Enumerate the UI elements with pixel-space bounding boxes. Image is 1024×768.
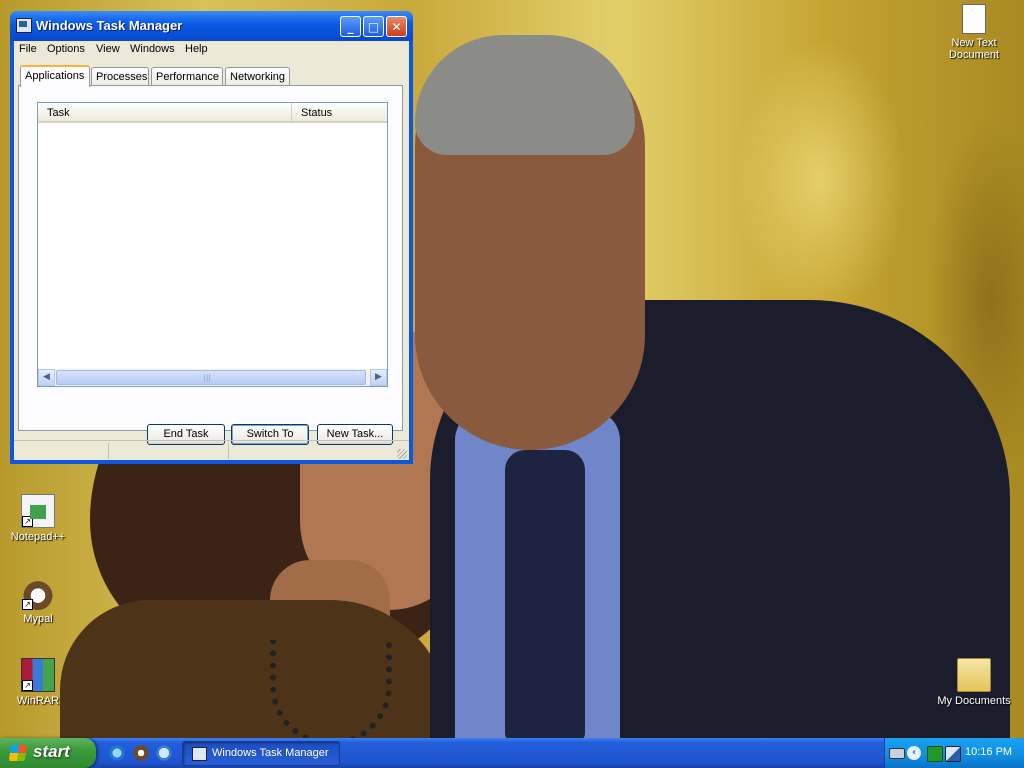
winrar-icon: ↗ <box>21 658 55 692</box>
tab-strip: Applications Processes Performance Netwo… <box>18 65 398 87</box>
menu-options[interactable]: Options <box>47 43 85 55</box>
window-title: Windows Task Manager <box>36 18 183 33</box>
status-panel <box>14 443 109 459</box>
maximize-button[interactable]: □ <box>363 16 384 37</box>
taskbar: start Windows Task Manager ‹ 10:16 PM <box>0 738 1024 768</box>
task-manager-icon <box>192 747 207 761</box>
status-panel <box>229 443 399 459</box>
desktop-icon-notepad-plus-plus[interactable]: ↗ Notepad++ <box>0 494 78 543</box>
close-button[interactable]: ✕ <box>386 16 407 37</box>
shortcut-arrow-icon: ↗ <box>22 599 33 610</box>
window-client-area: File Options View Windows Help Applicati… <box>14 41 409 460</box>
text-document-icon <box>962 4 986 34</box>
mypal-icon: ↗ <box>22 578 54 610</box>
shortcut-arrow-icon: ↗ <box>22 516 33 527</box>
clock[interactable]: 10:16 PM <box>965 746 1012 758</box>
taskbar-button-label: Windows Task Manager <box>212 747 329 759</box>
mypal-quicklaunch-icon[interactable] <box>132 744 150 762</box>
tab-networking[interactable]: Networking <box>225 67 290 85</box>
resize-grip-icon[interactable] <box>397 449 407 459</box>
desktop-icon-label: New Text Document <box>948 37 1000 61</box>
applications-panel: Task Status ◀ ▶ End Task Switch To New T… <box>18 85 403 445</box>
menu-windows[interactable]: Windows <box>130 43 175 55</box>
task-list[interactable]: Task Status ◀ ▶ <box>37 102 388 387</box>
taskbar-button-task-manager[interactable]: Windows Task Manager <box>182 741 340 766</box>
start-label: start <box>33 742 70 761</box>
status-panel <box>109 443 229 459</box>
window-titlebar[interactable]: Windows Task Manager _ □ ✕ <box>10 11 413 41</box>
show-hidden-icons-chevron-icon[interactable]: ‹ <box>907 746 921 760</box>
minimize-button[interactable]: _ <box>340 16 361 37</box>
tab-performance[interactable]: Performance <box>151 67 223 85</box>
notepad-plus-plus-icon: ↗ <box>21 494 55 528</box>
wallpaper-shape <box>415 35 635 155</box>
menu-file[interactable]: File <box>19 43 37 55</box>
wallpaper-shape <box>270 640 392 738</box>
keyboard-icon[interactable] <box>889 748 905 759</box>
menu-bar: File Options View Windows Help <box>14 41 409 59</box>
tab-applications[interactable]: Applications <box>20 65 90 87</box>
desktop-icon-winrar[interactable]: ↗ WinRAR <box>0 658 78 707</box>
scroll-right-arrow-icon[interactable]: ▶ <box>370 369 387 386</box>
desktop-icon-my-documents[interactable]: My Documents <box>934 658 1014 707</box>
desktop-icon-new-text-document[interactable]: New Text Document <box>934 4 1014 61</box>
task-manager-icon <box>16 18 32 33</box>
desktop-icon-label: Mypal <box>23 613 53 625</box>
desktop-icon-label: My Documents <box>937 695 1011 707</box>
network-icon[interactable] <box>945 746 961 762</box>
scrollbar-thumb[interactable] <box>56 370 366 385</box>
tray-app-icon[interactable] <box>927 746 943 762</box>
menu-view[interactable]: View <box>96 43 120 55</box>
shortcut-arrow-icon: ↗ <box>22 680 33 691</box>
windows-flag-icon <box>8 745 28 761</box>
desktop-icon-label: WinRAR <box>16 695 60 707</box>
messenger-icon[interactable] <box>155 744 173 762</box>
status-bar <box>14 440 409 461</box>
internet-explorer-icon[interactable] <box>108 744 126 762</box>
desktop-icon-mypal[interactable]: ↗ Mypal <box>0 578 78 625</box>
desktop-icon-label: Notepad++ <box>10 531 66 543</box>
task-manager-window[interactable]: Windows Task Manager _ □ ✕ File Options … <box>10 11 413 464</box>
my-documents-folder-icon <box>957 658 991 692</box>
tab-processes[interactable]: Processes <box>91 67 149 85</box>
scroll-left-arrow-icon[interactable]: ◀ <box>38 369 55 386</box>
start-button[interactable]: start <box>0 738 96 768</box>
horizontal-scrollbar[interactable]: ◀ ▶ <box>38 369 387 386</box>
column-header-task[interactable]: Task <box>38 103 292 123</box>
system-tray: ‹ 10:16 PM <box>884 738 1024 768</box>
menu-help[interactable]: Help <box>185 43 208 55</box>
column-header-status[interactable]: Status <box>292 103 387 123</box>
wallpaper-shape <box>505 450 585 738</box>
